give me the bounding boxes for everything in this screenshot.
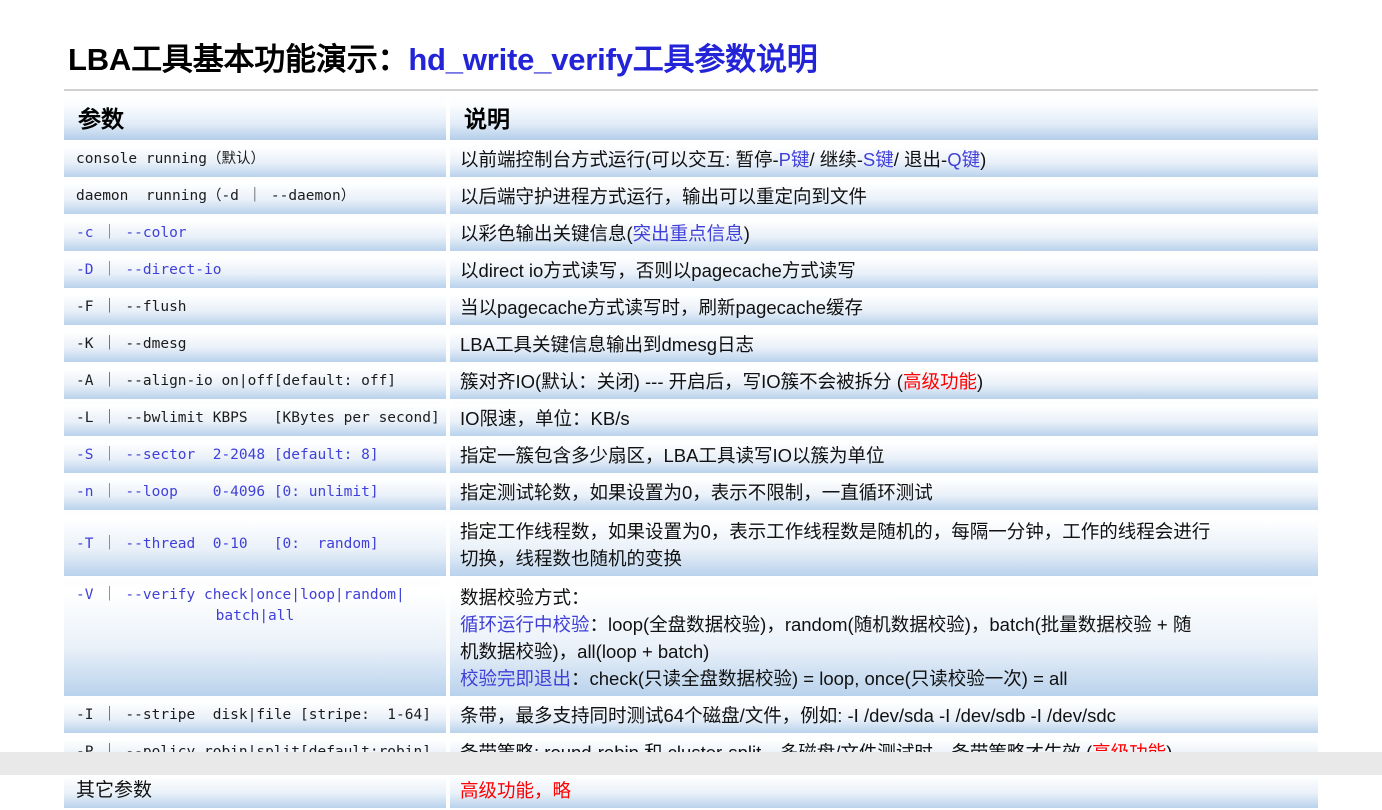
parameter-table: 参数 说明 console running（默认） 以前端控制台方式运行(可以交互… — [64, 96, 1318, 810]
table-body: console running（默认） 以前端控制台方式运行(可以交互: 暂停- P… — [64, 142, 1318, 810]
page-title-accent: hd_write_verify工具参数说明 — [408, 42, 818, 77]
slide-footer-area — [0, 752, 1382, 775]
param-cell: -F ｜ --flush — [64, 290, 450, 325]
desc-cell: 指定一簇包含多少扇区，LBA工具读写IO以簇为单位 — [450, 438, 1314, 473]
desc-cell: 条带，最多支持同时测试64个磁盘/文件，例如: -I /dev/sda -I /… — [450, 698, 1314, 733]
desc-segment: Q键 — [947, 149, 981, 170]
param-cell: -I ｜ --stripe disk|file [stripe: 1-64] — [64, 698, 450, 733]
desc-segment: ：loop(全盘数据校验)，random(随机数据校验)，batch(批量数据校… — [589, 614, 1192, 635]
table-row[interactable]: 其它参数 高级功能，略 — [64, 772, 1318, 810]
desc-segment: 高级功能 — [902, 371, 977, 392]
desc-segment: 指定测试轮数，如果设置为0，表示不限制，一直循环测试 — [460, 482, 933, 503]
table-row[interactable]: -T ｜ --thread 0-10 [0: random] 指定工作线程数，如果… — [64, 512, 1318, 578]
table-row[interactable]: -c ｜ --color 以彩色输出关键信息(突出重点信息) — [64, 216, 1318, 253]
desc-segment: IO限速，单位：KB/s — [460, 408, 630, 429]
table-row[interactable]: daemon running（-d ｜ --daemon） 以后端守护进程方式运行… — [64, 179, 1318, 216]
table-header-row: 参数 说明 — [64, 96, 1318, 142]
desc-segment: 指定一簇包含多少扇区，LBA工具读写IO以簇为单位 — [460, 445, 885, 466]
param-line: -V ｜ --verify check|once|loop|random| — [76, 587, 405, 603]
desc-segment: 校验完即退出 — [460, 668, 572, 689]
param-cell: daemon running（-d ｜ --daemon） — [64, 179, 450, 214]
table-row[interactable]: -D ｜ --direct-io 以direct io方式读写，否则以pageca… — [64, 253, 1318, 290]
param-line: batch|all — [76, 608, 295, 624]
table-row[interactable]: -L ｜ --bwlimit KBPS [KBytes per second] I… — [64, 401, 1318, 438]
desc-segment: / 退出- — [893, 149, 948, 170]
desc-line: 循环运行中校验：loop(全盘数据校验)，random(随机数据校验)，batc… — [460, 611, 1306, 638]
desc-cell: 以后端守护进程方式运行，输出可以重定向到文件 — [450, 179, 1314, 214]
page-title-main: LBA工具基本功能演示： — [68, 42, 409, 77]
desc-segment: 条带，最多支持同时测试64个磁盘/文件，例如: -I /dev/sda -I /… — [460, 705, 1116, 726]
desc-segment: 簇对齐IO(默认：关闭) --- 开启后，写IO簇不会被拆分 ( — [460, 371, 903, 392]
param-cell: console running（默认） — [64, 142, 450, 177]
desc-segment: 突出重点信息 — [632, 223, 744, 244]
slide-root: LBA工具基本功能演示：hd_write_verify工具参数说明 参数 说明 … — [0, 0, 1382, 810]
desc-segment: 数据校验方式： — [460, 587, 590, 608]
table-row[interactable]: -F ｜ --flush 当以pagecache方式读写时，刷新pagecache… — [64, 290, 1318, 327]
column-header-param: 参数 — [64, 96, 450, 140]
page-title: LBA工具基本功能演示：hd_write_verify工具参数说明 — [68, 40, 1318, 80]
desc-line: 校验完即退出：check(只读全盘数据校验) = loop, once(只读校验… — [460, 665, 1306, 692]
desc-cell: IO限速，单位：KB/s — [450, 401, 1314, 436]
table-row[interactable]: -K ｜ --dmesg LBA工具关键信息输出到dmesg日志 — [64, 327, 1318, 364]
desc-segment: 以彩色输出关键信息( — [460, 223, 633, 244]
table-row[interactable]: -V ｜ --verify check|once|loop|random| ba… — [64, 578, 1318, 698]
table-row[interactable]: console running（默认） 以前端控制台方式运行(可以交互: 暂停- P… — [64, 142, 1318, 179]
table-row[interactable]: -n ｜ --loop 0-4096 [0: unlimit] 指定测试轮数，如果… — [64, 475, 1318, 512]
param-cell: -K ｜ --dmesg — [64, 327, 450, 362]
param-cell: -A ｜ --align-io on|off[default: off] — [64, 364, 450, 399]
param-cell: -n ｜ --loop 0-4096 [0: unlimit] — [64, 475, 450, 510]
param-cell: -V ｜ --verify check|once|loop|random| ba… — [64, 578, 450, 696]
desc-segment: 高级功能，略 — [460, 779, 572, 801]
desc-segment: / 继续- — [809, 149, 863, 170]
param-cell: 其它参数 — [64, 772, 450, 808]
desc-cell: 数据校验方式： 循环运行中校验：loop(全盘数据校验)，random(随机数据校… — [450, 578, 1314, 696]
desc-cell: 高级功能，略 — [450, 772, 1314, 808]
desc-segment: P键 — [778, 149, 810, 170]
column-header-desc: 说明 — [464, 105, 510, 132]
table-row[interactable]: -S ｜ --sector 2-2048 [default: 8] 指定一簇包含多… — [64, 438, 1318, 475]
table-row[interactable]: -A ｜ --align-io on|off[default: off] 簇对齐I… — [64, 364, 1318, 401]
desc-cell: LBA工具关键信息输出到dmesg日志 — [450, 327, 1314, 362]
desc-segment: 以后端守护进程方式运行，输出可以重定向到文件 — [460, 186, 868, 207]
desc-segment: 以前端控制台方式运行(可以交互: 暂停- — [460, 149, 779, 170]
desc-segment: 以direct io方式读写，否则以pagecache方式读写 — [460, 260, 856, 281]
desc-cell: 以direct io方式读写，否则以pagecache方式读写 — [450, 253, 1314, 288]
desc-segment: 当以pagecache方式读写时，刷新pagecache缓存 — [460, 297, 864, 318]
desc-line: 机数据校验)，all(loop + batch) — [460, 638, 1306, 665]
desc-segment: 机数据校验)，all(loop + batch) — [460, 641, 710, 662]
desc-cell: 指定测试轮数，如果设置为0，表示不限制，一直循环测试 — [450, 475, 1314, 510]
desc-segment: LBA工具关键信息输出到dmesg日志 — [460, 334, 754, 355]
table-row[interactable]: -I ｜ --stripe disk|file [stripe: 1-64] 条带… — [64, 698, 1318, 735]
title-divider — [64, 89, 1318, 91]
desc-segment: 切换，线程数也随机的变换 — [460, 548, 683, 569]
desc-segment: S键 — [862, 149, 894, 170]
desc-cell: 当以pagecache方式读写时，刷新pagecache缓存 — [450, 290, 1314, 325]
param-cell: -L ｜ --bwlimit KBPS [KBytes per second] — [64, 401, 450, 436]
desc-segment: 循环运行中校验 — [460, 614, 590, 635]
param-cell: -D ｜ --direct-io — [64, 253, 450, 288]
param-cell: -c ｜ --color — [64, 216, 450, 251]
desc-segment: ) — [743, 223, 750, 244]
param-cell: -S ｜ --sector 2-2048 [default: 8] — [64, 438, 450, 473]
desc-cell: 指定工作线程数，如果设置为0，表示工作线程数是随机的，每隔一分钟，工作的线程会进… — [450, 512, 1314, 576]
desc-cell: 簇对齐IO(默认：关闭) --- 开启后，写IO簇不会被拆分 (高级功能) — [450, 364, 1314, 399]
desc-segment: 指定工作线程数，如果设置为0，表示工作线程数是随机的，每隔一分钟，工作的线程会进… — [460, 521, 1211, 542]
desc-cell: 以前端控制台方式运行(可以交互: 暂停- P键 / 继续- S键 / 退出- Q键) — [450, 142, 1314, 177]
desc-segment: ) — [976, 371, 984, 392]
desc-line: 数据校验方式： — [460, 584, 1306, 611]
desc-segment: ：check(只读全盘数据校验) = loop, once(只读校验一次) = … — [571, 668, 1068, 689]
desc-cell: 以彩色输出关键信息(突出重点信息) — [450, 216, 1314, 251]
desc-segment: ) — [980, 149, 987, 170]
desc-line: 指定工作线程数，如果设置为0，表示工作线程数是随机的，每隔一分钟，工作的线程会进… — [460, 518, 1306, 545]
desc-line: 切换，线程数也随机的变换 — [460, 545, 1306, 572]
param-cell: -T ｜ --thread 0-10 [0: random] — [64, 512, 450, 576]
